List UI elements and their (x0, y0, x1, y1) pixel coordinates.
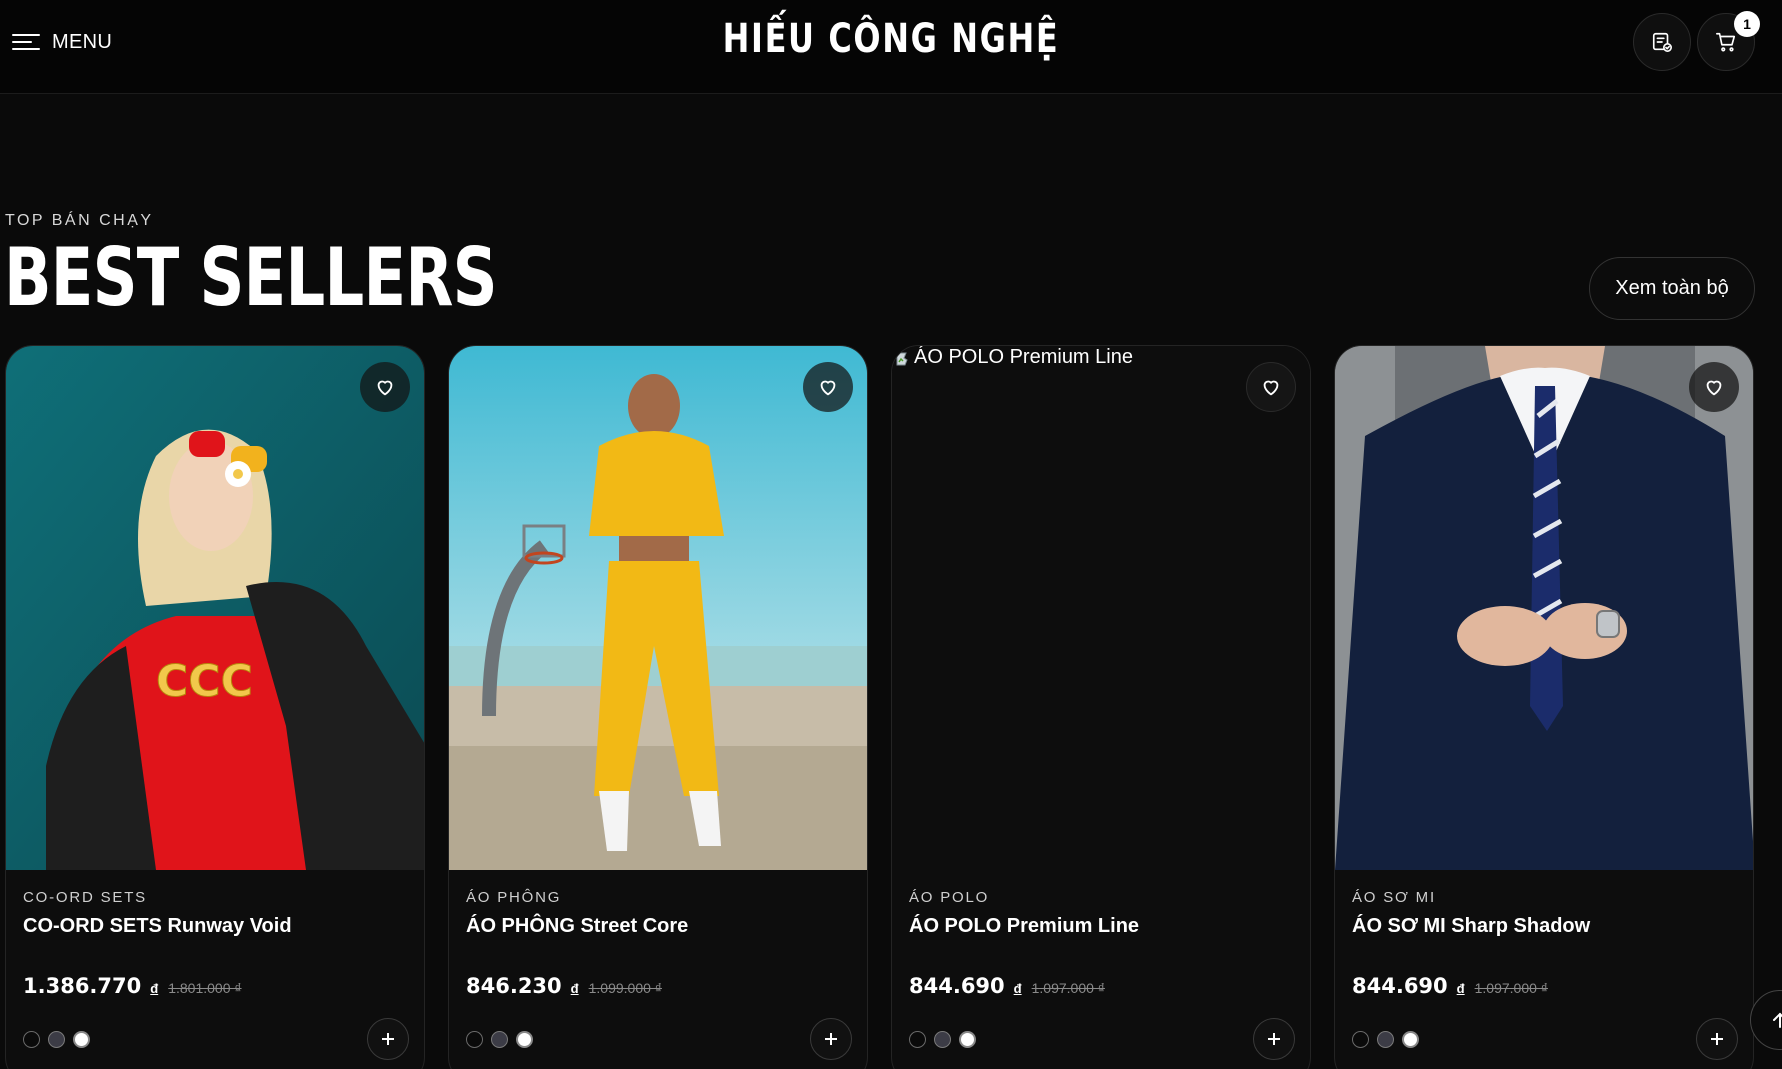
color-swatch-black[interactable] (909, 1031, 926, 1048)
order-list-icon (1652, 32, 1672, 52)
product-image[interactable]: ÁO POLO Premium Line (892, 346, 1310, 870)
product-category[interactable]: ÁO PHÔNG (466, 889, 561, 906)
plus-icon (1268, 1033, 1280, 1045)
color-swatch-gray[interactable] (934, 1031, 951, 1048)
add-to-cart-button[interactable] (1696, 1018, 1738, 1060)
product-photo (449, 346, 867, 870)
plus-icon (1711, 1033, 1723, 1045)
color-swatch-white[interactable] (516, 1031, 533, 1048)
original-price: 1.099.000 ₫ (588, 980, 662, 996)
plus-icon (825, 1033, 837, 1045)
plus-icon (382, 1033, 394, 1045)
broken-image-alt: ÁO POLO Premium Line (896, 346, 1133, 369)
product-card[interactable]: ÁO PHÔNG ÁO PHÔNG Street Core 846.230 đ … (448, 345, 868, 1069)
favorite-button[interactable] (360, 362, 410, 412)
section-eyebrow: TOP BÁN CHẠY (5, 212, 154, 229)
heart-outline-icon (377, 380, 393, 396)
add-to-cart-button[interactable] (810, 1018, 852, 1060)
currency-symbol: đ (150, 981, 159, 996)
currency-symbol: đ (1013, 981, 1022, 996)
color-swatches (1352, 1031, 1419, 1048)
color-swatches (909, 1031, 976, 1048)
color-swatch-white[interactable] (959, 1031, 976, 1048)
favorite-button[interactable] (1246, 362, 1296, 412)
product-category[interactable]: ÁO SƠ MI (1352, 889, 1436, 906)
price-row: 844.690 đ 1.097.000 ₫ (1352, 974, 1548, 998)
color-swatches (23, 1031, 90, 1048)
sale-price: 844.690 (1352, 974, 1448, 998)
color-swatch-black[interactable] (466, 1031, 483, 1048)
product-card[interactable]: ÁO POLO Premium Line ÁO POLO ÁO POLO Pre… (891, 345, 1311, 1069)
favorite-button[interactable] (803, 362, 853, 412)
product-name[interactable]: ÁO SƠ MI Sharp Shadow (1352, 915, 1590, 938)
view-all-button[interactable]: Xem toàn bộ (1589, 257, 1755, 320)
add-to-cart-button[interactable] (1253, 1018, 1295, 1060)
color-swatches (466, 1031, 533, 1048)
product-name[interactable]: ÁO PHÔNG Street Core (466, 915, 688, 938)
product-card[interactable]: ÁO SƠ MI ÁO SƠ MI Sharp Shadow 844.690 đ… (1334, 345, 1754, 1069)
product-photo (1335, 346, 1753, 870)
sale-price: 846.230 (466, 974, 562, 998)
currency-symbol: đ (570, 981, 579, 996)
site-logo[interactable]: HIẾU CÔNG NGHỆ (178, 16, 1604, 62)
broken-image-icon (896, 352, 908, 365)
sale-price: 1.386.770 (23, 974, 142, 998)
price-row: 846.230 đ 1.099.000 ₫ (466, 974, 662, 998)
color-swatch-white[interactable] (73, 1031, 90, 1048)
currency-symbol: đ (1456, 981, 1465, 996)
hamburger-menu-icon (12, 32, 40, 52)
menu-button[interactable]: MENU (12, 28, 112, 56)
sale-price: 844.690 (909, 974, 1005, 998)
add-to-cart-button[interactable] (367, 1018, 409, 1060)
product-photo: CCC (6, 346, 424, 870)
product-name[interactable]: CO-ORD SETS Runway Void (23, 915, 292, 938)
heart-outline-icon (1263, 380, 1279, 396)
shopping-cart-icon (1716, 32, 1736, 52)
arrow-up-icon (1773, 1012, 1782, 1028)
scroll-to-top-button[interactable] (1750, 990, 1782, 1050)
original-price: 1.801.000 ₫ (168, 980, 242, 996)
color-swatch-gray[interactable] (48, 1031, 65, 1048)
product-category[interactable]: ÁO POLO (909, 889, 989, 906)
product-image[interactable] (449, 346, 867, 870)
site-header: MENU HIẾU CÔNG NGHỆ 1 (0, 0, 1782, 94)
image-alt-text: ÁO POLO Premium Line (914, 346, 1133, 368)
color-swatch-gray[interactable] (491, 1031, 508, 1048)
color-swatch-black[interactable] (23, 1031, 40, 1048)
menu-label: MENU (52, 30, 113, 53)
svg-text:CCC: CCC (156, 656, 253, 707)
heart-outline-icon (1706, 380, 1722, 396)
original-price: 1.097.000 ₫ (1474, 980, 1548, 996)
product-name[interactable]: ÁO POLO Premium Line (909, 915, 1139, 938)
heart-outline-icon (820, 380, 836, 396)
product-card[interactable]: CCC CO-ORD SETS CO-ORD SETS Runway Void … (5, 345, 425, 1069)
original-price: 1.097.000 ₫ (1031, 980, 1105, 996)
product-image[interactable]: CCC (6, 346, 424, 870)
favorite-button[interactable] (1689, 362, 1739, 412)
product-category[interactable]: CO-ORD SETS (23, 889, 147, 906)
cart-count-badge: 1 (1734, 11, 1760, 37)
product-image[interactable] (1335, 346, 1753, 870)
color-swatch-gray[interactable] (1377, 1031, 1394, 1048)
orders-button[interactable] (1633, 13, 1691, 71)
cart-button[interactable]: 1 (1697, 11, 1760, 71)
price-row: 844.690 đ 1.097.000 ₫ (909, 974, 1105, 998)
color-swatch-white[interactable] (1402, 1031, 1419, 1048)
price-row: 1.386.770 đ 1.801.000 ₫ (23, 974, 242, 998)
color-swatch-black[interactable] (1352, 1031, 1369, 1048)
section-title: BEST SELLERS (4, 231, 498, 324)
